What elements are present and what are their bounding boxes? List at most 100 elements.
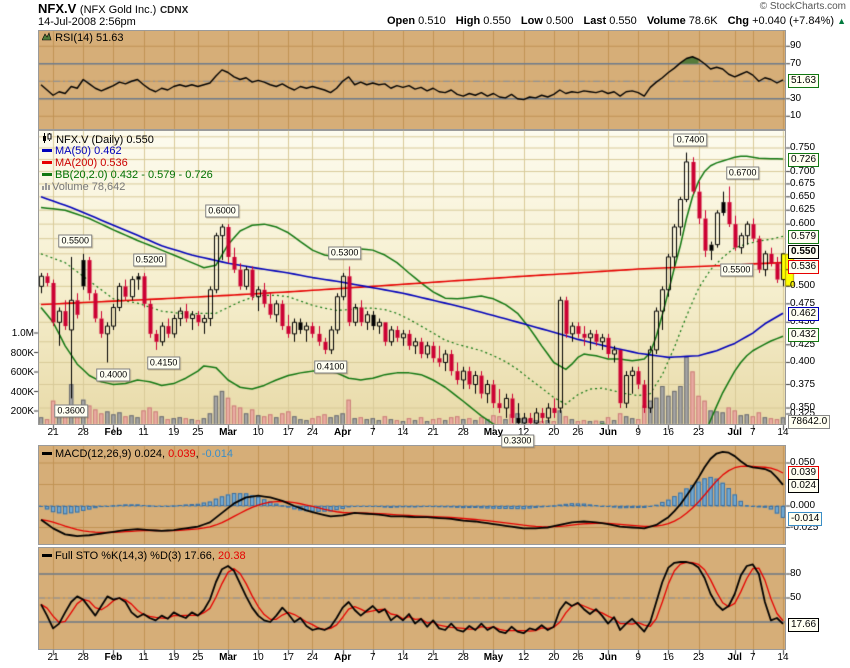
rsi-legend: RSI(14) 51.63 (42, 32, 124, 44)
ma200-legend-text: MA(200) 0.536 (55, 157, 128, 169)
bb-line-icon (42, 173, 52, 176)
axis-label: 0.500 (790, 281, 815, 291)
date-tick-label: Jul (727, 652, 741, 663)
axis-label: 0.600 (790, 219, 815, 229)
date-tick-label: Jul (727, 427, 741, 438)
ma200-line-icon (42, 161, 52, 164)
price-callout: 0.5300 (328, 247, 362, 260)
sto-legend: Full STO %K(14,3) %D(3) 17.66, 20.38 (42, 550, 246, 562)
axis-value-box: 0.462 (788, 307, 819, 321)
volume-legend: Volume 78,642 (42, 181, 213, 193)
axis-label: 0.750 (790, 143, 815, 153)
axis-label: 0.650 (790, 192, 815, 202)
axis-label: 400K (0, 387, 34, 398)
date-tick-label: 11 (138, 652, 148, 663)
date-tick-label: Feb (105, 427, 123, 438)
date-tick-label: 21 (48, 427, 59, 438)
company-name: (NFX Gold Inc.) (80, 4, 156, 16)
high-label: High (456, 15, 480, 27)
date-tick-label: 17 (283, 652, 294, 663)
ma50-legend: MA(50) 0.462 (42, 145, 213, 157)
date-tick-label: 24 (307, 652, 318, 663)
axis-label: 30 (790, 94, 801, 104)
date-tick-label: 10 (253, 652, 264, 663)
quote-line: Open 0.510 High 0.550 Low 0.500 Last 0.5… (380, 15, 846, 27)
symbol: NFX.V (38, 1, 76, 16)
price-callout: 0.3600 (54, 405, 88, 418)
volume-legend-text: Volume 78,642 (52, 181, 125, 193)
date-tick-label: 21 (428, 427, 439, 438)
price-callout: 0.4000 (97, 369, 131, 382)
date-tick-label: 26 (572, 652, 583, 663)
chart-datetime: 14-Jul-2008 2:56pm (38, 16, 136, 28)
axis-label: 80 (790, 569, 801, 579)
price-legend: NFX.V (Daily) 0.550 MA(50) 0.462 MA(200)… (42, 133, 213, 193)
date-tick-label: 12 (518, 652, 529, 663)
axis-value-box: 17.66 (788, 618, 819, 632)
axis-value-box: 0.550 (788, 245, 819, 259)
chart-canvas (0, 0, 850, 668)
axis-label: 600K (0, 367, 34, 378)
date-tick-label: 25 (192, 427, 203, 438)
high-value: 0.550 (483, 15, 511, 27)
up-arrow-icon: ▲ (837, 16, 846, 26)
date-tick-label: 14 (397, 652, 408, 663)
axis-label: 200K (0, 406, 34, 417)
chg-value: +0.040 (+7.84%) (752, 15, 834, 27)
stockcharts-chart-page: NFX.V (NFX Gold Inc.) CDNX 14-Jul-2008 2… (0, 0, 850, 668)
axis-label: 0.375 (790, 380, 815, 390)
open-label: Open (387, 15, 415, 27)
axis-label: 0.000 (790, 501, 815, 511)
date-tick-label: 21 (428, 652, 439, 663)
date-tick-label: 11 (138, 427, 148, 438)
open-value: 0.510 (418, 15, 446, 27)
axis-label: 1.0M (0, 328, 34, 339)
date-tick-label: 24 (307, 427, 318, 438)
axis-label: 70 (790, 59, 801, 69)
date-tick-label: May (484, 652, 503, 663)
date-tick-label: 23 (693, 652, 704, 663)
date-tick-label: 28 (458, 427, 469, 438)
date-tick-label: 9 (635, 652, 641, 663)
symbol-title: NFX.V (NFX Gold Inc.) CDNX (38, 1, 188, 16)
price-callout: 0.4100 (314, 361, 348, 374)
date-tick-label: 20 (548, 427, 559, 438)
low-label: Low (521, 15, 543, 27)
date-tick-label: Jun (599, 652, 617, 663)
axis-label: 0.400 (790, 357, 815, 367)
price-callout: 0.5200 (133, 253, 167, 266)
price-legend-title: NFX.V (Daily) 0.550 (42, 133, 213, 145)
macd-line-icon (42, 452, 52, 455)
axis-value-box: 0.579 (788, 230, 819, 244)
price-callout: 0.5500 (58, 234, 92, 247)
axis-value-box: 51.63 (788, 74, 819, 88)
sto-d-value: 20.38 (218, 550, 246, 562)
low-value: 0.500 (546, 15, 574, 27)
date-tick-label: Mar (219, 427, 237, 438)
date-tick-label: 14 (397, 427, 408, 438)
price-callout: 0.7400 (674, 133, 708, 146)
axis-label: 10 (790, 111, 801, 121)
date-tick-label: 25 (192, 652, 203, 663)
bb-legend-text: BB(20,2.0) 0.432 - 0.579 - 0.726 (55, 169, 213, 181)
date-tick-label: 23 (693, 427, 704, 438)
axis-label: 800K (0, 348, 34, 359)
ma200-legend: MA(200) 0.536 (42, 157, 213, 169)
price-callout: 0.3300 (501, 435, 535, 448)
date-tick-label: Jun (599, 427, 617, 438)
axis-label: 90 (790, 41, 801, 51)
copyright: © StockCharts.com (760, 1, 846, 12)
rsi-legend-label: RSI(14) 51.63 (55, 32, 123, 44)
date-tick-label: 16 (663, 427, 674, 438)
date-tick-label: 19 (168, 652, 179, 663)
date-tick-label: 28 (78, 427, 89, 438)
axis-value-box: 78642.0 (788, 415, 830, 429)
date-tick-label: 20 (548, 652, 559, 663)
macd-hist-value: -0.014 (202, 448, 233, 460)
axis-label: 0.625 (790, 205, 815, 215)
price-callout: 0.5500 (720, 263, 754, 276)
axis-label: 0.700 (790, 167, 815, 177)
date-tick-label: 19 (168, 427, 179, 438)
ma50-legend-text: MA(50) 0.462 (55, 145, 122, 157)
date-tick-label: 14 (777, 652, 788, 663)
